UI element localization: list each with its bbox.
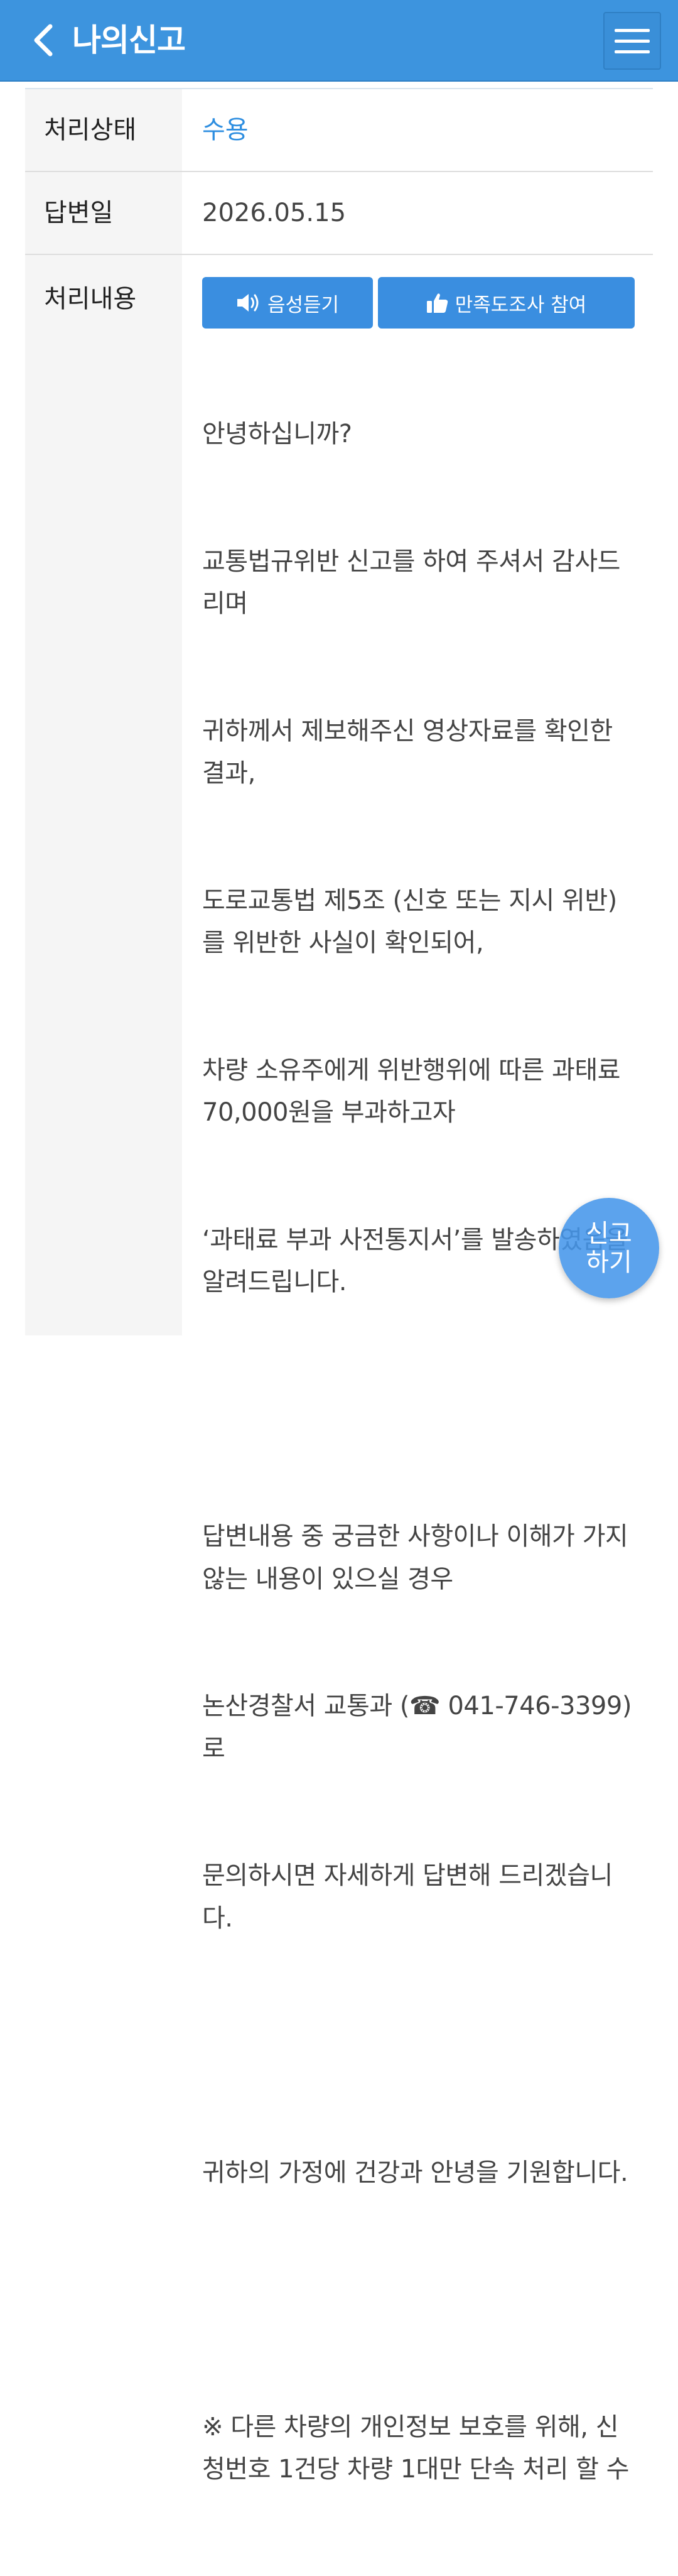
status-row: 처리상태 수용 (25, 89, 653, 172)
content-line-3: 귀하께서 제보해주신 영상자료를 확인한 결과, (202, 716, 620, 788)
content-line-2: 교통법규위반 신고를 하여 주셔서 감사드리며 (202, 546, 620, 619)
content-line-5: 차량 소유주에게 위반행위에 따른 과태료 70,000원을 부과하고자 (202, 1055, 628, 1128)
back-button[interactable] (18, 15, 68, 65)
content-row: 처리내용 음성듣기 만족도조사 참여 안녕하십니까? 교통법규위반 신고를 하여… (25, 255, 654, 2484)
answer-date-value: 2026.05.15 (202, 198, 347, 227)
report-detail-table: 처리상태 수용 답변일 2026.05.15 처리내용 음성듣기 만족도조사 참… (25, 88, 654, 2484)
content-label: 처리내용 (25, 255, 182, 1335)
content-line-9: 논산경찰서 교통과 (☎ 041-746-3399)로 (202, 1692, 632, 1763)
content-line-8: 답변내용 중 궁금한 사항이나 이해가 가지 않는 내용이 있으실 경우 (202, 1522, 636, 1594)
listen-button-label: 음성듣기 (267, 293, 340, 317)
content-line-12: 귀하의 가정에 건강과 안녕을 기원합니다. (202, 2158, 628, 2187)
thumbs-up-icon (426, 293, 448, 313)
content-line-14: ※ 다른 차량의 개인정보 보호를 위해, 신청번호 1건당 차량 1대만 단속… (202, 2412, 629, 2484)
status-value: 수용 (202, 116, 249, 144)
content-cell: 음성듣기 만족도조사 참여 안녕하십니까? 교통법규위반 신고를 하여 주셔서 … (182, 255, 654, 2484)
action-buttons: 음성듣기 만족도조사 참여 (202, 277, 635, 329)
hamburger-menu-icon (615, 28, 650, 32)
content-line-10: 문의하시면 자세하게 답변해 드리겠습니다. (202, 1861, 613, 1933)
app-header: 나의신고 (0, 0, 678, 82)
answer-content: 안녕하십니까? 교통법규위반 신고를 하여 주셔서 감사드리며 귀하께서 제보해… (202, 329, 635, 2576)
speaker-icon (237, 294, 259, 312)
content-line-4: 도로교통법 제5조 (신호 또는 지시 위반)를 위반한 사실이 확인되어, (202, 886, 617, 958)
answer-date-row: 답변일 2026.05.15 (25, 172, 653, 255)
survey-button[interactable]: 만족도조사 참여 (378, 277, 635, 329)
answer-date-label: 답변일 (25, 172, 182, 254)
chevron-left-icon (34, 24, 53, 57)
menu-button[interactable] (603, 12, 661, 70)
content-line-1: 안녕하십니까? (202, 420, 352, 448)
status-label: 처리상태 (25, 89, 182, 171)
fab-label-line2: 하기 (586, 1248, 632, 1277)
survey-button-label: 만족도조사 참여 (455, 293, 587, 317)
hamburger-menu-icon-bar-3 (615, 50, 650, 53)
report-fab-button[interactable]: 신고 하기 (559, 1198, 659, 1298)
page-title: 나의신고 (72, 22, 186, 58)
hamburger-menu-icon-bar-2 (615, 39, 650, 43)
fab-label-line1: 신고 (586, 1219, 632, 1248)
listen-button[interactable]: 음성듣기 (202, 277, 373, 329)
